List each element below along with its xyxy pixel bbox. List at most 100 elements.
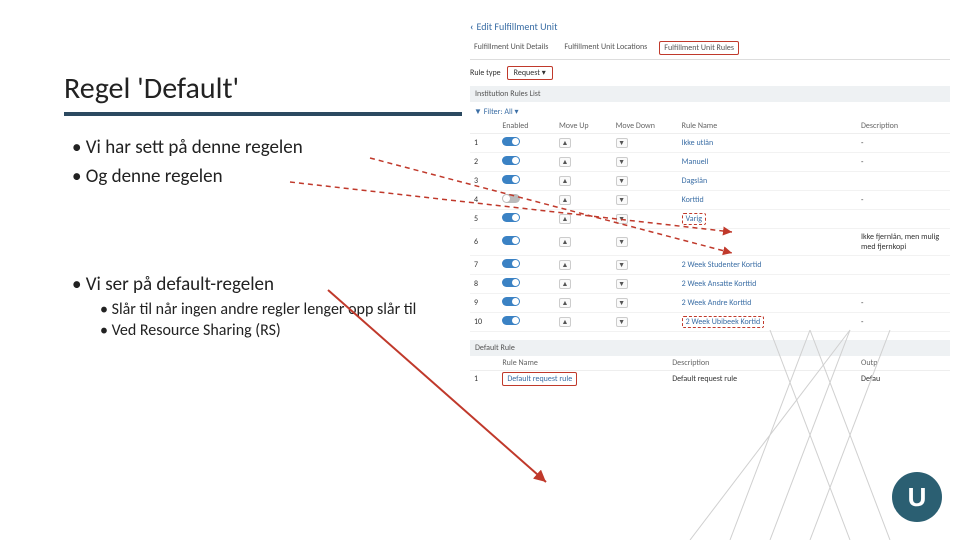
bullet-1-text: Vi har sett på denne regelen <box>86 136 303 159</box>
table-row: 2 ▲ ▼ Manuell - <box>470 153 950 172</box>
col-enabled: Enabled <box>502 121 559 131</box>
sub-bullet-1-text: Slår til når ingen andre regler lenger o… <box>112 300 417 319</box>
rule-name-link[interactable]: 2 Week Andre Korttid <box>682 298 752 308</box>
table-row: 9 ▲ ▼ 2 Week Andre Korttid - <box>470 294 950 313</box>
rule-name-link[interactable]: 2 Week Ubibeek Kortid <box>682 316 765 328</box>
table-row: 4 ▲ ▼ Korttid - <box>470 191 950 210</box>
moveup-button[interactable]: ▲ <box>559 298 571 308</box>
rule-name-link[interactable]: Korttid <box>682 195 704 205</box>
logo-badge: U <box>892 472 942 522</box>
table-row: 7 ▲ ▼ 2 Week Studenter Kortid <box>470 256 950 275</box>
enabled-toggle[interactable] <box>502 278 520 287</box>
bullet-2-text: Og denne regelen <box>86 165 223 188</box>
enabled-toggle[interactable] <box>502 297 520 306</box>
rule-name-link[interactable]: 2 Week Ansatte Korttid <box>682 279 757 289</box>
filter-label: Filter: All <box>484 107 513 117</box>
row-num: 10 <box>474 317 502 327</box>
table-row: 3 ▲ ▼ Dagslån <box>470 172 950 191</box>
movedown-button[interactable]: ▼ <box>616 298 628 308</box>
row-desc: - <box>861 138 946 148</box>
row-num: 1 <box>474 138 502 148</box>
rule-name-link[interactable]: Manuell <box>682 157 709 167</box>
rule-name-link[interactable]: Varig <box>682 213 706 225</box>
sub-bullet-2: • Ved Resource Sharing (RS) <box>100 321 416 342</box>
row-num: 2 <box>474 157 502 167</box>
back-link[interactable]: ‹Edit Fulfillment Unit <box>470 20 950 33</box>
row-num: 5 <box>474 214 502 224</box>
rules-table: Enabled Move Up Move Down Rule Name Desc… <box>470 119 950 332</box>
bullet-3-text: Vi ser på default-regelen <box>86 273 274 296</box>
enabled-toggle[interactable] <box>502 316 520 325</box>
rule-name-link[interactable]: Ikke utlån <box>682 138 714 148</box>
top-bullets: • Vi har sett på denne regelen • Og denn… <box>72 135 303 192</box>
enabled-toggle[interactable] <box>502 137 520 146</box>
chevron-left-icon: ‹ <box>470 20 473 33</box>
defrow-out: Defau <box>861 374 946 384</box>
rule-type-value: Request <box>514 68 540 78</box>
col-desc: Description <box>861 121 946 131</box>
rules-list-header: Institution Rules List <box>470 86 950 102</box>
movedown-button[interactable]: ▼ <box>616 214 628 224</box>
bullet-1: • Vi har sett på denne regelen <box>72 135 303 162</box>
dcol-out: Outp <box>861 358 946 368</box>
moveup-button[interactable]: ▲ <box>559 176 571 186</box>
row-desc: - <box>861 195 946 205</box>
moveup-button[interactable]: ▲ <box>559 214 571 224</box>
table-row: 5 ▲ ▼ Varig <box>470 210 950 229</box>
moveup-button[interactable]: ▲ <box>559 237 571 247</box>
default-rule-header: Default Rule <box>470 340 950 356</box>
row-num: 6 <box>474 237 502 247</box>
row-desc: - <box>861 317 946 327</box>
defrow-num: 1 <box>474 374 502 384</box>
row-num: 4 <box>474 195 502 205</box>
movedown-button[interactable]: ▼ <box>616 260 628 270</box>
back-link-label: Edit Fulfillment Unit <box>476 20 557 33</box>
filter-row[interactable]: ▼ Filter: All ▾ <box>470 105 950 119</box>
table-row: 10 ▲ ▼ 2 Week Ubibeek Kortid - <box>470 313 950 332</box>
enabled-toggle[interactable] <box>502 194 520 203</box>
col-moveup: Move Up <box>559 121 616 131</box>
moveup-button[interactable]: ▲ <box>559 260 571 270</box>
rule-type-select[interactable]: Request ▾ <box>507 66 553 80</box>
tab-locations[interactable]: Fulfillment Unit Locations <box>560 41 651 55</box>
moveup-button[interactable]: ▲ <box>559 157 571 167</box>
dcol-desc: Description <box>672 358 861 368</box>
rule-type-label: Rule type <box>470 68 501 78</box>
sub-bullet-1: • Slår til når ingen andre regler lenger… <box>100 300 416 321</box>
sub-bullet-2-text: Ved Resource Sharing (RS) <box>112 321 281 340</box>
tab-details[interactable]: Fulfillment Unit Details <box>470 41 552 55</box>
movedown-button[interactable]: ▼ <box>616 237 628 247</box>
movedown-button[interactable]: ▼ <box>616 138 628 148</box>
row-num: 9 <box>474 298 502 308</box>
movedown-button[interactable]: ▼ <box>616 317 628 327</box>
table-row: 8 ▲ ▼ 2 Week Ansatte Korttid <box>470 275 950 294</box>
moveup-button[interactable]: ▲ <box>559 195 571 205</box>
tab-rules[interactable]: Fulfillment Unit Rules <box>659 41 739 55</box>
default-table-header: Rule Name Description Outp <box>470 356 950 371</box>
col-movedown: Move Down <box>616 121 682 131</box>
moveup-button[interactable]: ▲ <box>559 317 571 327</box>
defrow-desc: Default request rule <box>672 374 861 384</box>
enabled-toggle[interactable] <box>502 175 520 184</box>
default-rule-row: 1 Default request rule Default request r… <box>470 371 950 387</box>
bottom-bullets: • Vi ser på default-regelen • Slår til n… <box>72 272 416 343</box>
enabled-toggle[interactable] <box>502 156 520 165</box>
default-rule-link[interactable]: Default request rule <box>502 372 577 386</box>
table-row: 6 ▲ ▼ Ikke fjernlån, men mulig med fjern… <box>470 229 950 256</box>
movedown-button[interactable]: ▼ <box>616 279 628 289</box>
enabled-toggle[interactable] <box>502 213 520 222</box>
enabled-toggle[interactable] <box>502 236 520 245</box>
dcol-name: Rule Name <box>502 358 672 368</box>
rule-name-link[interactable]: 2 Week Studenter Kortid <box>682 260 762 270</box>
movedown-button[interactable]: ▼ <box>616 176 628 186</box>
moveup-button[interactable]: ▲ <box>559 279 571 289</box>
movedown-button[interactable]: ▼ <box>616 195 628 205</box>
bullet-3: • Vi ser på default-regelen <box>72 272 416 298</box>
moveup-button[interactable]: ▲ <box>559 138 571 148</box>
rule-name-link[interactable]: Dagslån <box>682 176 708 186</box>
bullet-2: • Og denne regelen <box>72 164 303 191</box>
enabled-toggle[interactable] <box>502 259 520 268</box>
app-screenshot: ‹Edit Fulfillment Unit Fulfillment Unit … <box>470 20 950 387</box>
movedown-button[interactable]: ▼ <box>616 157 628 167</box>
table-header: Enabled Move Up Move Down Rule Name Desc… <box>470 119 950 134</box>
